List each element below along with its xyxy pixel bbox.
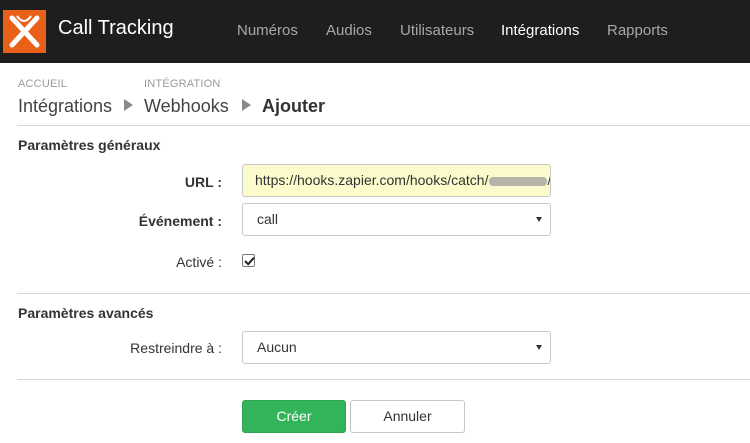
- restrict-value: Aucun: [257, 339, 297, 355]
- nav-integrations[interactable]: Intégrations: [501, 22, 579, 39]
- active-checkbox[interactable]: [242, 254, 255, 267]
- checkmark-icon: [244, 257, 255, 266]
- url-label: URL :: [184, 174, 222, 190]
- divider: [17, 125, 750, 126]
- nav-numeros[interactable]: Numéros: [237, 22, 298, 39]
- nav-audios[interactable]: Audios: [326, 22, 372, 39]
- top-navbar: Call Tracking Numéros Audios Utilisateur…: [0, 0, 750, 63]
- divider: [17, 379, 750, 380]
- event-value: call: [257, 211, 279, 227]
- breadcrumb-current: Ajouter: [262, 96, 325, 116]
- breadcrumb-home-caption: ACCUEIL: [18, 78, 68, 90]
- active-label: Activé :: [176, 254, 222, 270]
- url-value: https://hooks.zapier.com/hooks/catch/: [255, 172, 489, 188]
- breadcrumb-arrow-icon: [242, 99, 251, 111]
- event-select[interactable]: call: [242, 203, 551, 236]
- restrict-select[interactable]: Aucun: [242, 331, 551, 364]
- chevron-down-icon: [536, 217, 542, 222]
- create-button[interactable]: Créer: [242, 400, 346, 433]
- nav-utilisateurs[interactable]: Utilisateurs: [400, 22, 474, 39]
- breadcrumb-webhooks-link[interactable]: Webhooks: [144, 96, 229, 117]
- advanced-section-title: Paramètres avancés: [18, 305, 154, 321]
- event-label: Événement :: [138, 213, 222, 229]
- brand-title[interactable]: Call Tracking: [58, 17, 174, 40]
- general-section-title: Paramètres généraux: [18, 137, 161, 153]
- url-field[interactable]: https://hooks.zapier.com/hooks/catch//: [242, 164, 551, 197]
- x-logo-icon[interactable]: [3, 10, 46, 53]
- restrict-label: Restreindre à :: [130, 340, 222, 356]
- breadcrumb-section-caption: INTÉGRATION: [144, 78, 221, 90]
- nav-rapports[interactable]: Rapports: [607, 22, 668, 39]
- breadcrumb-integrations-link[interactable]: Intégrations: [18, 96, 112, 117]
- divider: [17, 293, 750, 294]
- redacted-blur: [489, 176, 548, 186]
- breadcrumb-arrow-icon: [124, 99, 133, 111]
- cancel-button[interactable]: Annuler: [350, 400, 465, 433]
- chevron-down-icon: [536, 345, 542, 350]
